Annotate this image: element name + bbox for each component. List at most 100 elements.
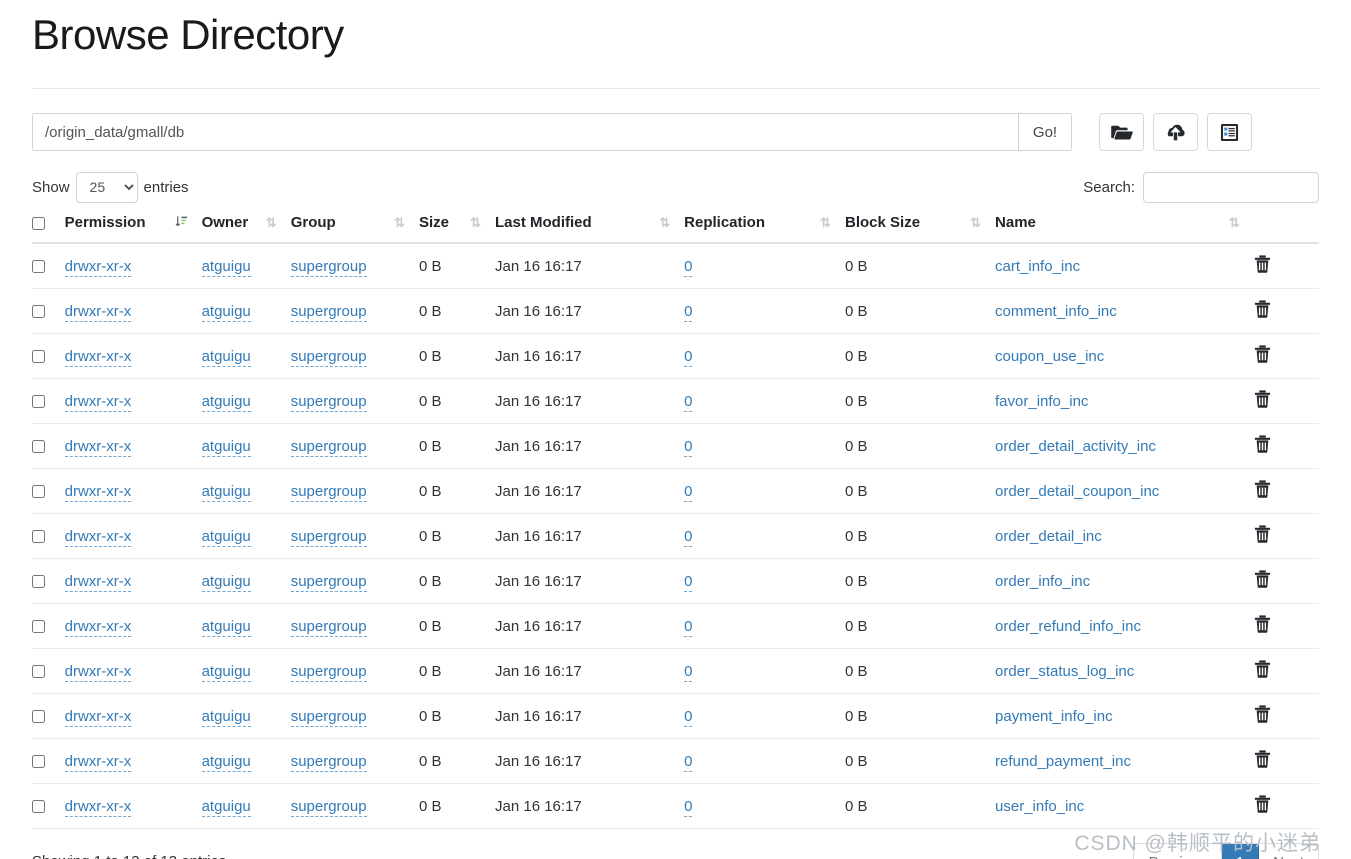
file-name-link[interactable]: order_detail_coupon_inc [995, 483, 1159, 500]
owner-link[interactable]: atguigu [201, 572, 251, 592]
path-input[interactable] [32, 113, 1018, 151]
file-name-link[interactable]: cart_info_inc [995, 258, 1080, 275]
owner-link[interactable]: atguigu [201, 302, 251, 322]
file-name-link[interactable]: order_refund_info_inc [995, 618, 1141, 635]
pagination-next[interactable]: Next [1259, 844, 1318, 859]
replication-link[interactable]: 0 [684, 302, 693, 322]
row-select-cell[interactable] [32, 603, 65, 649]
permission-link[interactable]: drwxr-xr-x [64, 257, 132, 277]
delete-button[interactable] [1254, 795, 1271, 816]
permission-link[interactable]: drwxr-xr-x [64, 302, 132, 322]
row-select-cell[interactable] [32, 288, 65, 334]
group-link[interactable]: supergroup [290, 437, 367, 457]
row-checkbox[interactable] [32, 530, 45, 544]
column-header-name[interactable]: Name ⇅ [995, 214, 1254, 244]
row-checkbox[interactable] [32, 665, 45, 679]
delete-button[interactable] [1254, 390, 1271, 411]
replication-link[interactable]: 0 [684, 662, 693, 682]
owner-link[interactable]: atguigu [201, 392, 251, 412]
row-select-cell[interactable] [32, 378, 65, 424]
owner-link[interactable]: atguigu [201, 617, 251, 637]
replication-link[interactable]: 0 [684, 707, 693, 727]
row-checkbox[interactable] [32, 800, 45, 814]
replication-link[interactable]: 0 [684, 392, 693, 412]
row-checkbox[interactable] [32, 575, 45, 589]
cut-high-availability-button[interactable] [1207, 113, 1252, 151]
row-select-cell[interactable] [32, 423, 65, 469]
group-link[interactable]: supergroup [290, 797, 367, 817]
file-name-link[interactable]: order_detail_inc [995, 528, 1102, 545]
delete-button[interactable] [1254, 615, 1271, 636]
owner-link[interactable]: atguigu [201, 347, 251, 367]
group-link[interactable]: supergroup [290, 707, 367, 727]
delete-button[interactable] [1254, 345, 1271, 366]
row-select-cell[interactable] [32, 333, 65, 379]
row-select-cell[interactable] [32, 738, 65, 784]
replication-link[interactable]: 0 [684, 527, 693, 547]
row-checkbox[interactable] [32, 755, 45, 769]
replication-link[interactable]: 0 [684, 752, 693, 772]
permission-link[interactable]: drwxr-xr-x [64, 437, 132, 457]
owner-link[interactable]: atguigu [201, 527, 251, 547]
permission-link[interactable]: drwxr-xr-x [64, 797, 132, 817]
owner-link[interactable]: atguigu [201, 257, 251, 277]
delete-button[interactable] [1254, 480, 1271, 501]
group-link[interactable]: supergroup [290, 392, 367, 412]
row-checkbox[interactable] [32, 440, 45, 454]
file-name-link[interactable]: order_detail_activity_inc [995, 438, 1156, 455]
row-select-cell[interactable] [32, 243, 65, 289]
row-checkbox[interactable] [32, 710, 45, 724]
group-link[interactable]: supergroup [290, 572, 367, 592]
group-link[interactable]: supergroup [290, 482, 367, 502]
delete-button[interactable] [1254, 750, 1271, 771]
go-button[interactable]: Go! [1018, 113, 1072, 151]
pagination-page-1[interactable]: 1 [1221, 844, 1260, 859]
group-link[interactable]: supergroup [290, 257, 367, 277]
delete-button[interactable] [1254, 435, 1271, 456]
column-header-owner[interactable]: Owner ⇅ [201, 214, 291, 244]
file-name-link[interactable]: order_status_log_inc [995, 663, 1134, 680]
row-checkbox[interactable] [32, 305, 45, 319]
row-checkbox[interactable] [32, 350, 45, 364]
row-checkbox[interactable] [32, 485, 45, 499]
row-select-cell[interactable] [32, 468, 65, 514]
permission-link[interactable]: drwxr-xr-x [64, 752, 132, 772]
replication-link[interactable]: 0 [684, 257, 693, 277]
replication-link[interactable]: 0 [684, 617, 693, 637]
delete-button[interactable] [1254, 255, 1271, 276]
file-name-link[interactable]: coupon_use_inc [995, 348, 1104, 365]
replication-link[interactable]: 0 [684, 437, 693, 457]
permission-link[interactable]: drwxr-xr-x [64, 572, 132, 592]
column-header-last-modified[interactable]: Last Modified ⇅ [495, 214, 685, 244]
owner-link[interactable]: atguigu [201, 707, 251, 727]
replication-link[interactable]: 0 [684, 797, 693, 817]
row-checkbox[interactable] [32, 260, 45, 274]
row-select-cell[interactable] [32, 783, 65, 829]
group-link[interactable]: supergroup [290, 617, 367, 637]
delete-button[interactable] [1254, 705, 1271, 726]
row-select-cell[interactable] [32, 693, 65, 739]
file-name-link[interactable]: order_info_inc [995, 573, 1090, 590]
page-length-select[interactable]: 2550100 [75, 171, 138, 203]
owner-link[interactable]: atguigu [201, 437, 251, 457]
pagination-previous[interactable]: Previous [1134, 844, 1222, 859]
file-name-link[interactable]: comment_info_inc [995, 303, 1117, 320]
delete-button[interactable] [1254, 525, 1271, 546]
delete-button[interactable] [1254, 570, 1271, 591]
permission-link[interactable]: drwxr-xr-x [64, 347, 132, 367]
file-name-link[interactable]: payment_info_inc [995, 708, 1113, 725]
file-name-link[interactable]: favor_info_inc [995, 393, 1088, 410]
row-select-cell[interactable] [32, 648, 65, 694]
column-header-block-size[interactable]: Block Size ⇅ [845, 214, 996, 244]
row-checkbox[interactable] [32, 395, 45, 409]
delete-button[interactable] [1254, 300, 1271, 321]
permission-link[interactable]: drwxr-xr-x [64, 707, 132, 727]
column-header-group[interactable]: Group ⇅ [290, 214, 419, 244]
row-checkbox[interactable] [32, 620, 45, 634]
group-link[interactable]: supergroup [290, 302, 367, 322]
column-header-permission[interactable]: Permission [64, 214, 202, 244]
owner-link[interactable]: atguigu [201, 752, 251, 772]
group-link[interactable]: supergroup [290, 527, 367, 547]
permission-link[interactable]: drwxr-xr-x [64, 617, 132, 637]
row-select-cell[interactable] [32, 558, 65, 604]
